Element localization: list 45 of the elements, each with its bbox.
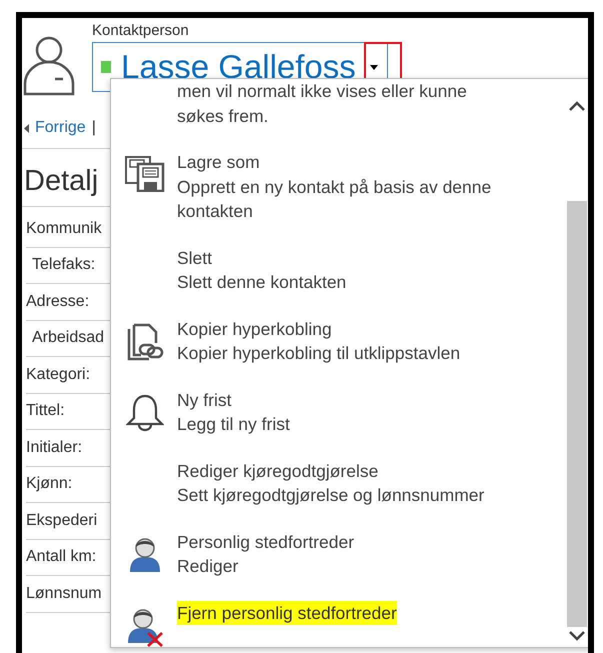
menu-item-title: Rediger kjøregodtgjørelse <box>177 460 380 483</box>
status-square-icon <box>101 61 111 73</box>
remove-person-icon <box>126 606 164 646</box>
field-label: Lønnsnum <box>26 584 102 603</box>
caret-icon <box>370 64 378 70</box>
floppy-disks-icon <box>125 156 165 192</box>
menu-item-title: Slett <box>177 246 214 270</box>
chevron-up-icon[interactable] <box>569 101 585 111</box>
person-icon <box>128 536 162 574</box>
bell-icon <box>126 394 164 432</box>
menu-item[interactable]: Ny frist Legg til ny frist <box>125 376 565 448</box>
menu-item-title: Lagre som <box>177 151 261 174</box>
triangle-left-icon <box>24 124 29 132</box>
field-label: Ekspederi <box>26 512 98 530</box>
field-label: Antall km: <box>26 548 96 566</box>
field-label: Kategori: <box>26 366 90 384</box>
menu-item[interactable]: Personlig stedfortreder Rediger <box>125 518 565 590</box>
field-label: Kjønn: <box>26 475 72 494</box>
menu-item-title: Kopier hyperkobling <box>177 318 333 341</box>
menu-item-title: Ny frist <box>177 388 232 412</box>
field-label: Arbeidsad <box>32 329 104 348</box>
document-link-icon <box>125 322 165 360</box>
scrollbar[interactable] <box>565 79 588 647</box>
menu-item-description: Rediger <box>177 555 240 578</box>
scrollbar-thumb[interactable] <box>567 201 587 627</box>
field-label: Adresse: <box>26 292 90 311</box>
field-label: Telefaks: <box>32 256 96 274</box>
menu-item[interactable]: Slett Slett denne kontakten <box>125 234 565 306</box>
previous-link[interactable]: Forrige <box>35 119 86 137</box>
menu-item-title: Fjern personlig stedfortreder <box>177 600 397 625</box>
menu-item-description: Slett denne kontakten <box>177 271 346 294</box>
field-label: Initialer: <box>26 438 82 457</box>
field-label: Kommunik <box>26 220 102 238</box>
menu-item-description: Sett kjøregodtgjørelse og lønnsnummer <box>177 484 484 507</box>
menu-item[interactable]: Rediger kjøregodtgjørelse Sett kjøregodtgjørelse og lønnsnummer <box>125 448 565 518</box>
chevron-down-icon[interactable] <box>569 631 585 641</box>
field-label: Tittel: <box>26 402 65 420</box>
contact-label: Kontaktperson <box>92 22 190 40</box>
menu-item[interactable]: Fjern personlig stedfortreder <box>125 590 565 647</box>
separator: | <box>92 119 96 137</box>
menu-item-description: Kopier hyperkobling til utklippstavlen <box>177 342 460 365</box>
menu-item-description: Legg til ny frist <box>177 413 290 436</box>
person-icon <box>22 34 76 96</box>
menu-item-title: Personlig stedfortreder <box>177 530 354 554</box>
menu-item[interactable]: Kopier hyperkobling Kopier hyperkobling til utklippstavlen <box>125 306 565 376</box>
